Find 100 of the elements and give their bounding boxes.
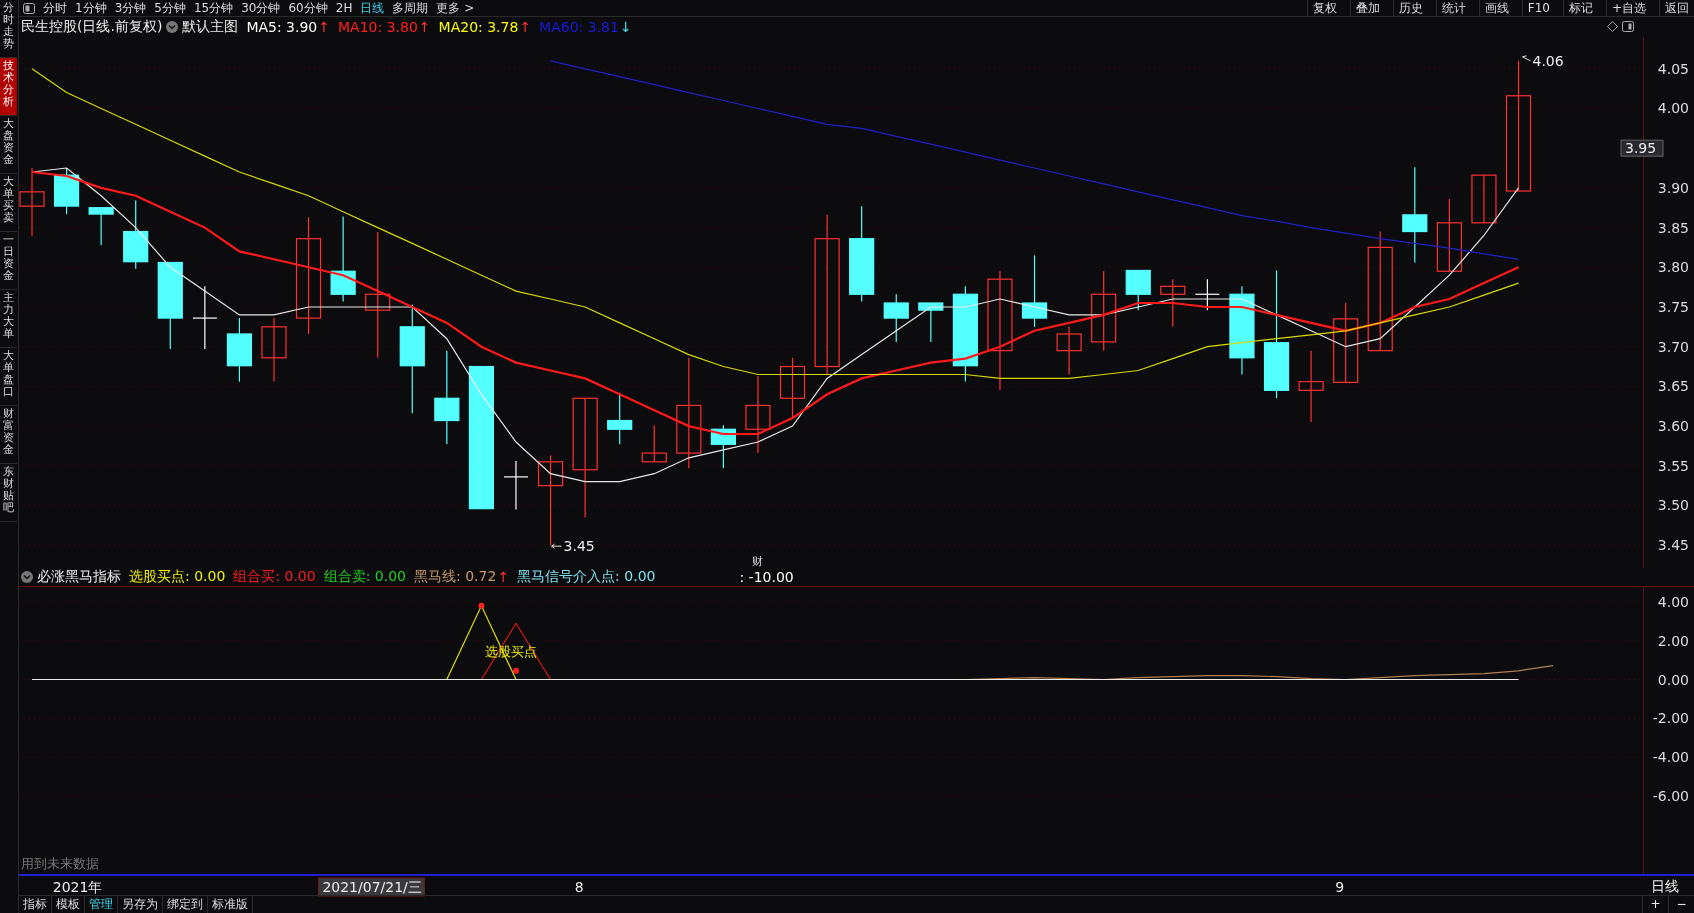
zoom-button[interactable]: − [1668,896,1694,913]
period-tab[interactable]: 2H [335,1,353,15]
event-marker[interactable]: 财 [751,554,763,568]
toolbar-button[interactable]: 叠加 [1349,0,1385,16]
candlestick [261,317,287,383]
indicator-name[interactable]: 默认主图 [182,18,239,36]
candlestick [1056,326,1082,376]
candlestick [607,392,633,445]
indicator-legend: 黑马线: 0.72 [414,568,497,587]
sidebar-tab[interactable]: 一日资金 [0,232,17,290]
price-tick-label: 3.90 [1657,179,1689,196]
toolbar-button[interactable]: +自选 [1605,0,1651,16]
sidebar-tab[interactable]: 主力大单 [0,290,17,348]
period-tab[interactable]: 30分钟 [241,0,281,17]
toolbar-button[interactable]: 历史 [1392,0,1428,16]
period-tab[interactable]: 1分钟 [75,0,107,17]
trend-arrow: ↑ [318,19,330,35]
price-tick-label: 3.75 [1657,298,1689,315]
indicator-tick-label: 4.00 [1657,594,1689,611]
sidebar-tab[interactable]: 大单买卖 [0,174,17,232]
period-tab[interactable]: 15分钟 [193,0,234,17]
toolbar-button[interactable]: 画线 [1478,0,1514,16]
signal-dot [513,668,519,675]
period-tab[interactable]: 日线 [360,0,385,17]
candlestick [641,424,667,463]
indicator-tick-label: -4.00 [1652,749,1689,766]
trend-arrow: ↓ [619,19,632,35]
candlestick [883,293,909,343]
ma-legend: MA60: 3.81 [539,19,619,35]
ma-legend: MA5: 3.90 [246,19,318,35]
indicator-legend: 组合买: 0.00 [233,568,316,587]
panel-toggle-icon[interactable] [23,2,35,14]
bottom-tab[interactable]: 另存为 [118,896,163,913]
candlestick [123,199,149,270]
indicator-legend: 黑马信号介入点: 0.00 [517,568,656,587]
trend-arrow: ↑ [497,569,510,586]
candlestick [88,207,114,246]
price-tick-label: 3.70 [1657,338,1689,355]
indicator-tick-label: 2.00 [1657,633,1689,650]
bottom-tab[interactable]: 标准版 [208,896,253,913]
indicator-legend: 选股买点: 0.00 [129,568,226,587]
price-tick-label: 3.50 [1657,497,1689,514]
toolbar-button[interactable]: 标记 [1562,0,1598,16]
bottom-tab[interactable]: 指标 [19,896,52,913]
ma-legend: MA10: 3.80 [338,19,418,35]
warning-text: 用到未来数据 [21,856,99,872]
zoom-button[interactable]: + [1642,896,1668,913]
period-tab[interactable]: 多周期 [392,0,429,17]
period-tab[interactable]: 分时 [43,0,67,17]
panel-toggle-icon[interactable] [1622,21,1634,33]
period-tab[interactable]: 5分钟 [154,0,186,17]
candlestick [53,167,80,215]
price-tick-label: 4.00 [1657,100,1689,117]
candlestick [192,285,218,350]
sidebar-tab[interactable]: 东财贴吧 [0,464,17,522]
price-tick-label: 3.60 [1657,418,1689,435]
high-price-label: 4.06 [1522,52,1564,69]
annotation: 4.06 [1532,52,1564,69]
period-tab[interactable]: 60分钟 [288,0,328,17]
diamond-icon[interactable] [1607,21,1618,33]
price-tick-label: 3.80 [1657,259,1689,276]
bottom-tab[interactable]: 绑定到 [163,896,208,913]
toolbar-button[interactable]: F10 [1521,0,1555,16]
candlestick [226,317,252,383]
candlestick [19,167,45,237]
period-tab[interactable]: 更多 > [436,0,475,17]
bottom-tab[interactable]: 模板 [52,896,85,913]
signal-dot [478,603,485,610]
candlestick [1125,269,1151,311]
candlestick [503,460,529,511]
time-axis-label: 2021年 [52,879,103,895]
toolbar-button[interactable]: 复权 [1306,0,1342,16]
candlestick [710,424,736,469]
price-tick-label: 4.05 [1657,60,1689,77]
sidebar-tab[interactable]: 大盘资金 [0,116,17,174]
low-price-label: 3.45 [551,538,595,555]
stock-title: 民生控股(日线.前复权) [21,18,163,36]
period-label: 日线 [1650,877,1679,895]
current-price-tag: 3.95 [1620,139,1664,157]
bottom-tab[interactable]: 管理 [85,896,118,913]
sidebar-tab[interactable]: 技术分析 [0,58,17,116]
trend-arrow: ↑ [519,19,532,35]
toolbar-button[interactable]: 返回 [1659,0,1694,16]
candlestick [779,357,806,418]
ma-legend: MA20: 3.78 [438,19,519,35]
time-axis-label: 8 [574,879,584,895]
indicator-name[interactable]: 必涨黑马指标 [37,568,121,587]
indicator-legend: : -10.00 [739,569,794,586]
sidebar-tab[interactable]: 大单盘口 [0,348,17,406]
candlestick [1194,278,1220,311]
date-tooltip: 2021/07/21/三 [317,877,425,897]
toolbar-button[interactable]: 统计 [1435,0,1471,16]
trend-arrow: ↑ [418,19,431,35]
price-tick-label: 3.85 [1657,219,1689,236]
indicator-tick-label: -2.00 [1652,710,1689,727]
sidebar-tab[interactable]: 财富资金 [0,406,17,464]
dropdown-icon[interactable] [166,21,179,33]
dropdown-icon[interactable] [21,571,33,584]
period-tab[interactable]: 3分钟 [114,0,147,17]
annotation: 3.45 [563,538,595,555]
